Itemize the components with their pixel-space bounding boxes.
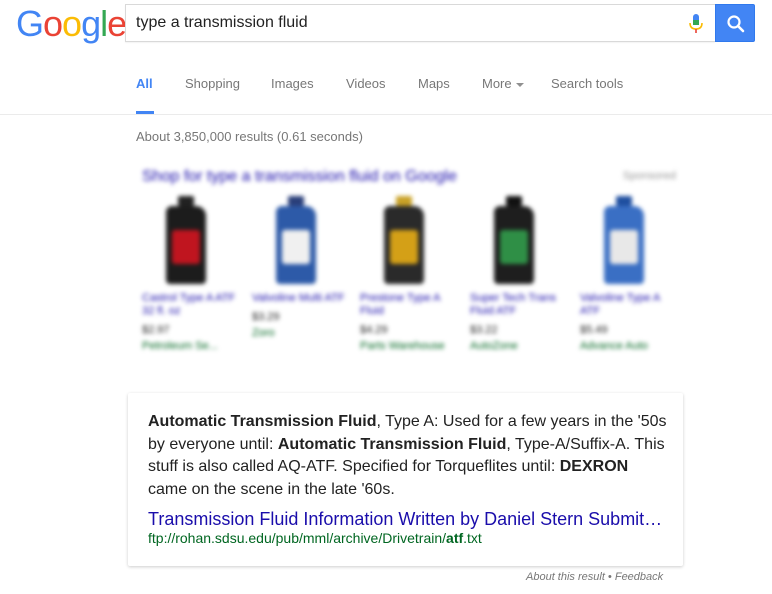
tab-maps[interactable]: Maps bbox=[418, 76, 450, 92]
product-name[interactable]: Valvoline Type A ATF bbox=[580, 292, 680, 318]
search-input[interactable] bbox=[136, 5, 676, 41]
bottle-label bbox=[610, 230, 638, 264]
snippet-keyword: Automatic Transmission Fluid bbox=[148, 413, 377, 430]
product-price: $2.97 bbox=[142, 324, 170, 336]
bottle-cap bbox=[288, 196, 304, 206]
chevron-down-icon bbox=[515, 82, 524, 87]
sponsored-label: Sponsored bbox=[622, 170, 676, 182]
product-price: $3.29 bbox=[252, 311, 280, 323]
product-name[interactable]: Valvoline Multi ATF bbox=[252, 292, 352, 305]
product-item[interactable]: Prestone Type A Fluid $4.29 Parts Warehous… bbox=[360, 196, 460, 352]
bottle-cap bbox=[178, 196, 194, 206]
bottle-cap bbox=[396, 196, 412, 206]
tab-shopping[interactable]: Shopping bbox=[185, 76, 240, 92]
snippet-footer: About this result • Feedback bbox=[526, 571, 663, 583]
product-name[interactable]: Super Tech Trans Fluid ATF bbox=[470, 292, 570, 318]
product-store: AutoZone bbox=[470, 340, 518, 352]
result-url: ftp://rohan.sdsu.edu/pub/mml/archive/Dri… bbox=[148, 530, 482, 546]
product-name[interactable]: Prestone Type A Fluid bbox=[360, 292, 460, 318]
result-stats: About 3,850,000 results (0.61 seconds) bbox=[136, 129, 363, 144]
tab-videos[interactable]: Videos bbox=[346, 76, 386, 92]
bottle-label bbox=[390, 230, 418, 264]
product-image[interactable] bbox=[384, 196, 424, 286]
tab-images[interactable]: Images bbox=[271, 76, 314, 92]
product-store: Zoro bbox=[252, 327, 275, 339]
product-store: Parts Warehouse bbox=[360, 340, 445, 352]
header: Google All Shopping Images Videos Maps M… bbox=[0, 0, 772, 115]
about-this-result-link[interactable]: About this result bbox=[526, 571, 605, 583]
snippet-keyword: Automatic Transmission Fluid bbox=[277, 435, 507, 453]
microphone-icon[interactable] bbox=[686, 13, 706, 35]
snippet-text: Automatic Transmission Fluid, Type A: Us… bbox=[148, 411, 668, 501]
product-price: $4.29 bbox=[360, 324, 388, 336]
search-box[interactable] bbox=[125, 4, 715, 42]
footer-separator: • bbox=[604, 571, 615, 583]
product-image[interactable] bbox=[276, 196, 316, 286]
bottle-label bbox=[500, 230, 528, 264]
feedback-link[interactable]: Feedback bbox=[615, 571, 663, 583]
product-image[interactable] bbox=[494, 196, 534, 286]
product-store: Petroleum Se... bbox=[142, 340, 218, 352]
tab-more-label: More bbox=[482, 76, 512, 91]
shopping-ads-card: Shop for type a transmission fluid on Go… bbox=[128, 160, 684, 372]
search-button[interactable] bbox=[715, 4, 755, 42]
logo-letter: o bbox=[62, 3, 82, 44]
product-item[interactable]: Castrol Type A ATF 32 fl. oz $2.97 Petrole… bbox=[142, 196, 242, 352]
result-title-link[interactable]: Transmission Fluid Information Written b… bbox=[148, 508, 668, 530]
tab-more[interactable]: More bbox=[482, 76, 524, 92]
logo-letter: o bbox=[43, 3, 63, 44]
result-url-prefix: ftp://rohan.sdsu.edu/pub/mml/archive/Dri… bbox=[148, 530, 447, 546]
tab-all[interactable]: All bbox=[136, 76, 153, 92]
featured-snippet: Automatic Transmission Fluid, Type A: Us… bbox=[128, 393, 683, 566]
logo-letter: g bbox=[81, 3, 101, 44]
snippet-fragment: came on the scene in the late '60s. bbox=[148, 480, 395, 498]
bottle-cap bbox=[506, 196, 522, 206]
search-tabs: All Shopping Images Videos Maps More Sea… bbox=[0, 66, 772, 114]
bottle-label bbox=[172, 230, 200, 264]
result-url-keyword: atf bbox=[446, 530, 464, 546]
product-store: Advance Auto bbox=[580, 340, 648, 352]
google-logo[interactable]: Google bbox=[16, 3, 127, 44]
logo-letter: G bbox=[16, 3, 44, 44]
product-name[interactable]: Castrol Type A ATF 32 fl. oz bbox=[142, 292, 242, 318]
product-image[interactable] bbox=[604, 196, 644, 286]
bottle-label bbox=[282, 230, 310, 264]
product-item[interactable]: Valvoline Multi ATF $3.29 Zoro bbox=[252, 196, 352, 339]
tab-search-tools[interactable]: Search tools bbox=[551, 76, 623, 92]
product-item[interactable]: Valvoline Type A ATF $5.49 Advance Auto bbox=[580, 196, 680, 352]
product-price: $3.22 bbox=[470, 324, 498, 336]
logo-letter: e bbox=[107, 3, 127, 44]
product-price: $5.49 bbox=[580, 324, 608, 336]
bottle-cap bbox=[616, 196, 632, 206]
product-item[interactable]: Super Tech Trans Fluid ATF $3.22 AutoZone bbox=[470, 196, 570, 352]
result-url-suffix: .txt bbox=[463, 530, 482, 546]
active-tab-indicator bbox=[136, 111, 154, 114]
snippet-keyword: DEXRON bbox=[559, 458, 629, 475]
shopping-title[interactable]: Shop for type a transmission fluid on Go… bbox=[142, 168, 457, 186]
product-image[interactable] bbox=[166, 196, 206, 286]
